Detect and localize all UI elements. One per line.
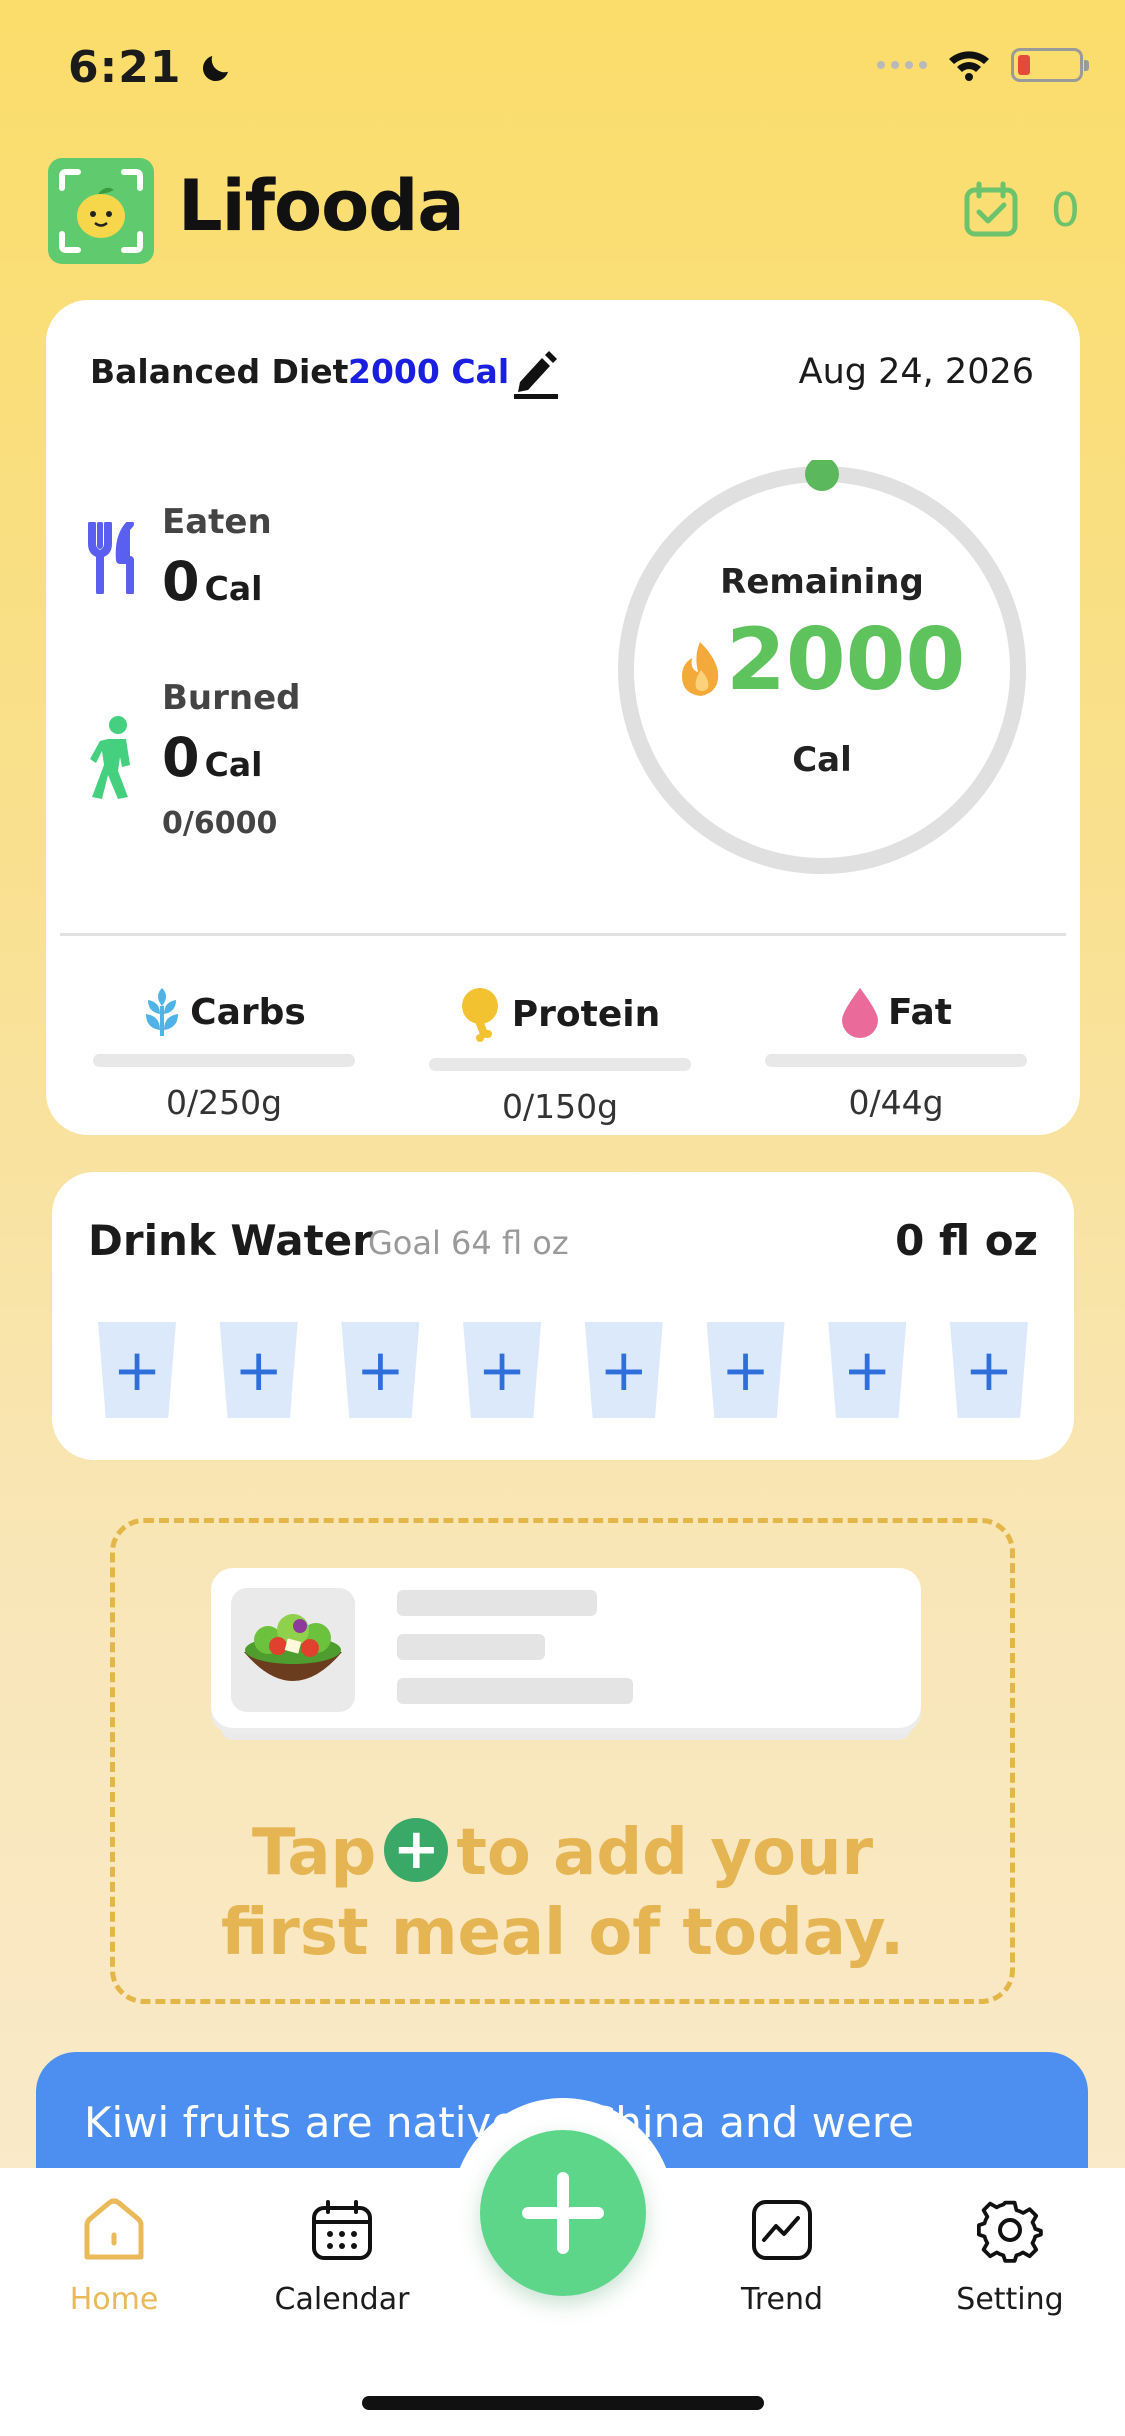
macro-carbs: Carbs 0/250g bbox=[74, 986, 374, 1122]
diet-plan-name: Balanced Diet bbox=[90, 352, 349, 391]
macro-fat: Fat 0/44g bbox=[746, 986, 1046, 1122]
trend-icon bbox=[752, 2200, 812, 2260]
flame-icon bbox=[676, 640, 726, 702]
fat-label: Fat bbox=[888, 991, 952, 1033]
placeholder-line bbox=[397, 1590, 597, 1616]
plus-circle-icon: + bbox=[384, 1817, 449, 1883]
water-cup-button[interactable]: + bbox=[828, 1322, 907, 1418]
gear-icon bbox=[977, 2200, 1043, 2263]
water-title: Drink Water bbox=[88, 1216, 373, 1265]
tab-home[interactable]: Home bbox=[14, 2190, 214, 2317]
water-cup-button[interactable]: + bbox=[949, 1322, 1028, 1418]
tab-home-label: Home bbox=[69, 2282, 159, 2317]
tab-setting[interactable]: Setting bbox=[910, 2190, 1110, 2317]
burned-unit: Cal bbox=[204, 745, 263, 784]
divider bbox=[60, 933, 1066, 936]
water-cup-button[interactable]: + bbox=[584, 1322, 663, 1418]
checkin-badge[interactable]: 0 bbox=[961, 180, 1080, 240]
edit-goal-button[interactable] bbox=[512, 344, 560, 404]
salad-icon bbox=[231, 1588, 355, 1712]
tab-setting-label: Setting bbox=[956, 2282, 1064, 2317]
water-goal: Goal 64 fl oz bbox=[368, 1224, 569, 1262]
add-meal-button[interactable] bbox=[480, 2130, 646, 2296]
battery-icon bbox=[1011, 48, 1089, 82]
eaten-number: 0 bbox=[162, 550, 200, 613]
remaining-label: Remaining bbox=[720, 562, 924, 602]
burned-label: Burned bbox=[162, 678, 301, 718]
placeholder-line bbox=[397, 1634, 545, 1660]
drink-water-card: Drink Water Goal 64 fl oz 0 fl oz + + + … bbox=[52, 1172, 1074, 1460]
empty-state-message: Tap + to add your first meal of today. bbox=[115, 1813, 1010, 1973]
calendar-icon bbox=[312, 2200, 372, 2260]
diet-calorie-goal[interactable]: 2000 Cal bbox=[348, 352, 509, 391]
plus-icon bbox=[522, 2172, 604, 2254]
fat-value: 0/44g bbox=[848, 1083, 944, 1122]
fat-progress-bar bbox=[765, 1054, 1027, 1067]
current-date: Aug 24, 2026 bbox=[798, 352, 1034, 392]
app-title: Lifooda bbox=[178, 165, 465, 247]
tab-calendar-label: Calendar bbox=[274, 2282, 410, 2317]
signal-icon bbox=[877, 61, 927, 69]
wheat-icon bbox=[146, 988, 179, 1036]
meal-placeholder-card bbox=[211, 1568, 921, 1728]
fork-knife-icon bbox=[86, 520, 142, 598]
pencil-icon bbox=[514, 351, 558, 399]
drumstick-icon bbox=[461, 988, 498, 1042]
burned-number: 0 bbox=[162, 726, 200, 789]
eaten-value: 0 Cal bbox=[162, 550, 262, 613]
water-cups: + + + + + + + + bbox=[98, 1322, 1028, 1418]
protein-label: Protein bbox=[511, 993, 661, 1035]
water-cup-button[interactable]: + bbox=[219, 1322, 298, 1418]
ring-progress-marker bbox=[805, 460, 839, 491]
burned-value: 0 Cal bbox=[162, 726, 262, 789]
water-cup-button[interactable]: + bbox=[706, 1322, 785, 1418]
empty-meal-state[interactable]: Tap + to add your first meal of today. bbox=[110, 1518, 1015, 2004]
tab-trend-label: Trend bbox=[740, 2282, 824, 2317]
carbs-label: Carbs bbox=[190, 991, 306, 1033]
walking-icon bbox=[88, 715, 144, 805]
cta-text-line2: first meal of today. bbox=[220, 1896, 905, 1970]
protein-progress-bar bbox=[429, 1058, 691, 1071]
tab-trend[interactable]: Trend bbox=[682, 2190, 882, 2317]
eaten-unit: Cal bbox=[204, 569, 263, 608]
water-cup-button[interactable]: + bbox=[463, 1322, 542, 1418]
status-icons bbox=[877, 48, 1089, 82]
water-amount: 0 fl oz bbox=[895, 1216, 1038, 1265]
moon-icon bbox=[202, 56, 228, 82]
tab-calendar[interactable]: Calendar bbox=[242, 2190, 442, 2317]
app-logo bbox=[48, 158, 154, 264]
cta-text-end: to add your bbox=[456, 1816, 874, 1890]
home-indicator bbox=[362, 2396, 764, 2410]
home-icon bbox=[84, 2198, 144, 2260]
calorie-summary-card: Balanced Diet 2000 Cal Aug 24, 2026 Eate… bbox=[46, 300, 1080, 1135]
remaining-unit: Cal bbox=[792, 740, 852, 780]
protein-value: 0/150g bbox=[501, 1087, 619, 1126]
water-cup-button[interactable]: + bbox=[98, 1322, 176, 1418]
eaten-label: Eaten bbox=[162, 502, 272, 542]
carbs-progress-bar bbox=[93, 1054, 355, 1067]
macro-protein: Protein 0/150g bbox=[410, 986, 710, 1126]
cta-text-start: Tap bbox=[251, 1816, 377, 1890]
calendar-check-icon bbox=[964, 181, 1018, 237]
wifi-icon bbox=[949, 51, 989, 81]
status-time: 6:21 bbox=[68, 42, 234, 93]
steps-progress: 0/6000 bbox=[162, 806, 278, 841]
remaining-value: 2000 bbox=[726, 610, 966, 710]
placeholder-line bbox=[397, 1678, 633, 1704]
water-cup-button[interactable]: + bbox=[341, 1322, 420, 1418]
drop-icon bbox=[842, 988, 878, 1038]
checkin-count: 0 bbox=[1050, 183, 1080, 237]
carbs-value: 0/250g bbox=[165, 1083, 283, 1122]
